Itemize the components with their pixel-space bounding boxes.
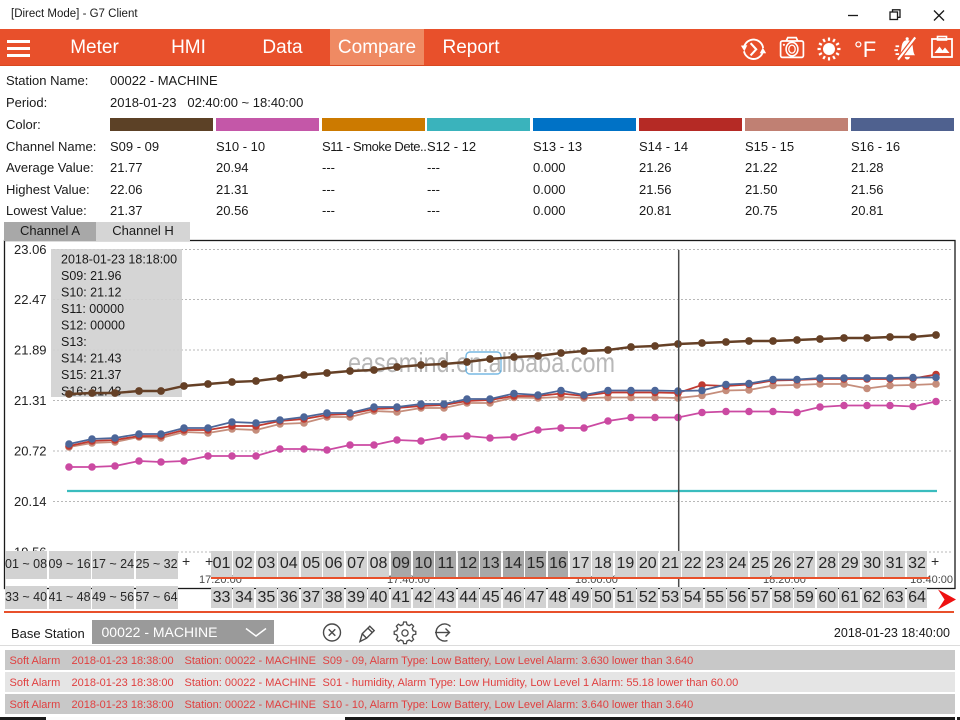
svg-text:S12: 00000: S12: 00000 — [61, 319, 125, 333]
svg-text:21.31: 21.31 — [14, 393, 47, 408]
svg-text:S10: 21.12: S10: 21.12 — [61, 286, 122, 300]
svg-text:21.89: 21.89 — [14, 343, 47, 358]
svg-text:S14: 21.43: S14: 21.43 — [61, 352, 122, 366]
svg-text:S09: 21.96: S09: 21.96 — [61, 269, 122, 283]
svg-text:23.06: 23.06 — [14, 242, 47, 257]
svg-text:S11: 00000: S11: 00000 — [61, 302, 124, 316]
svg-text:20.72: 20.72 — [14, 444, 47, 459]
svg-text:2018-01-23 18:18:00: 2018-01-23 18:18:00 — [61, 253, 177, 267]
svg-text:S15: 21.37: S15: 21.37 — [61, 368, 122, 382]
svg-text:S13:: S13: — [61, 335, 87, 349]
svg-text:22.47: 22.47 — [14, 292, 47, 307]
svg-text:20.14: 20.14 — [14, 494, 47, 509]
